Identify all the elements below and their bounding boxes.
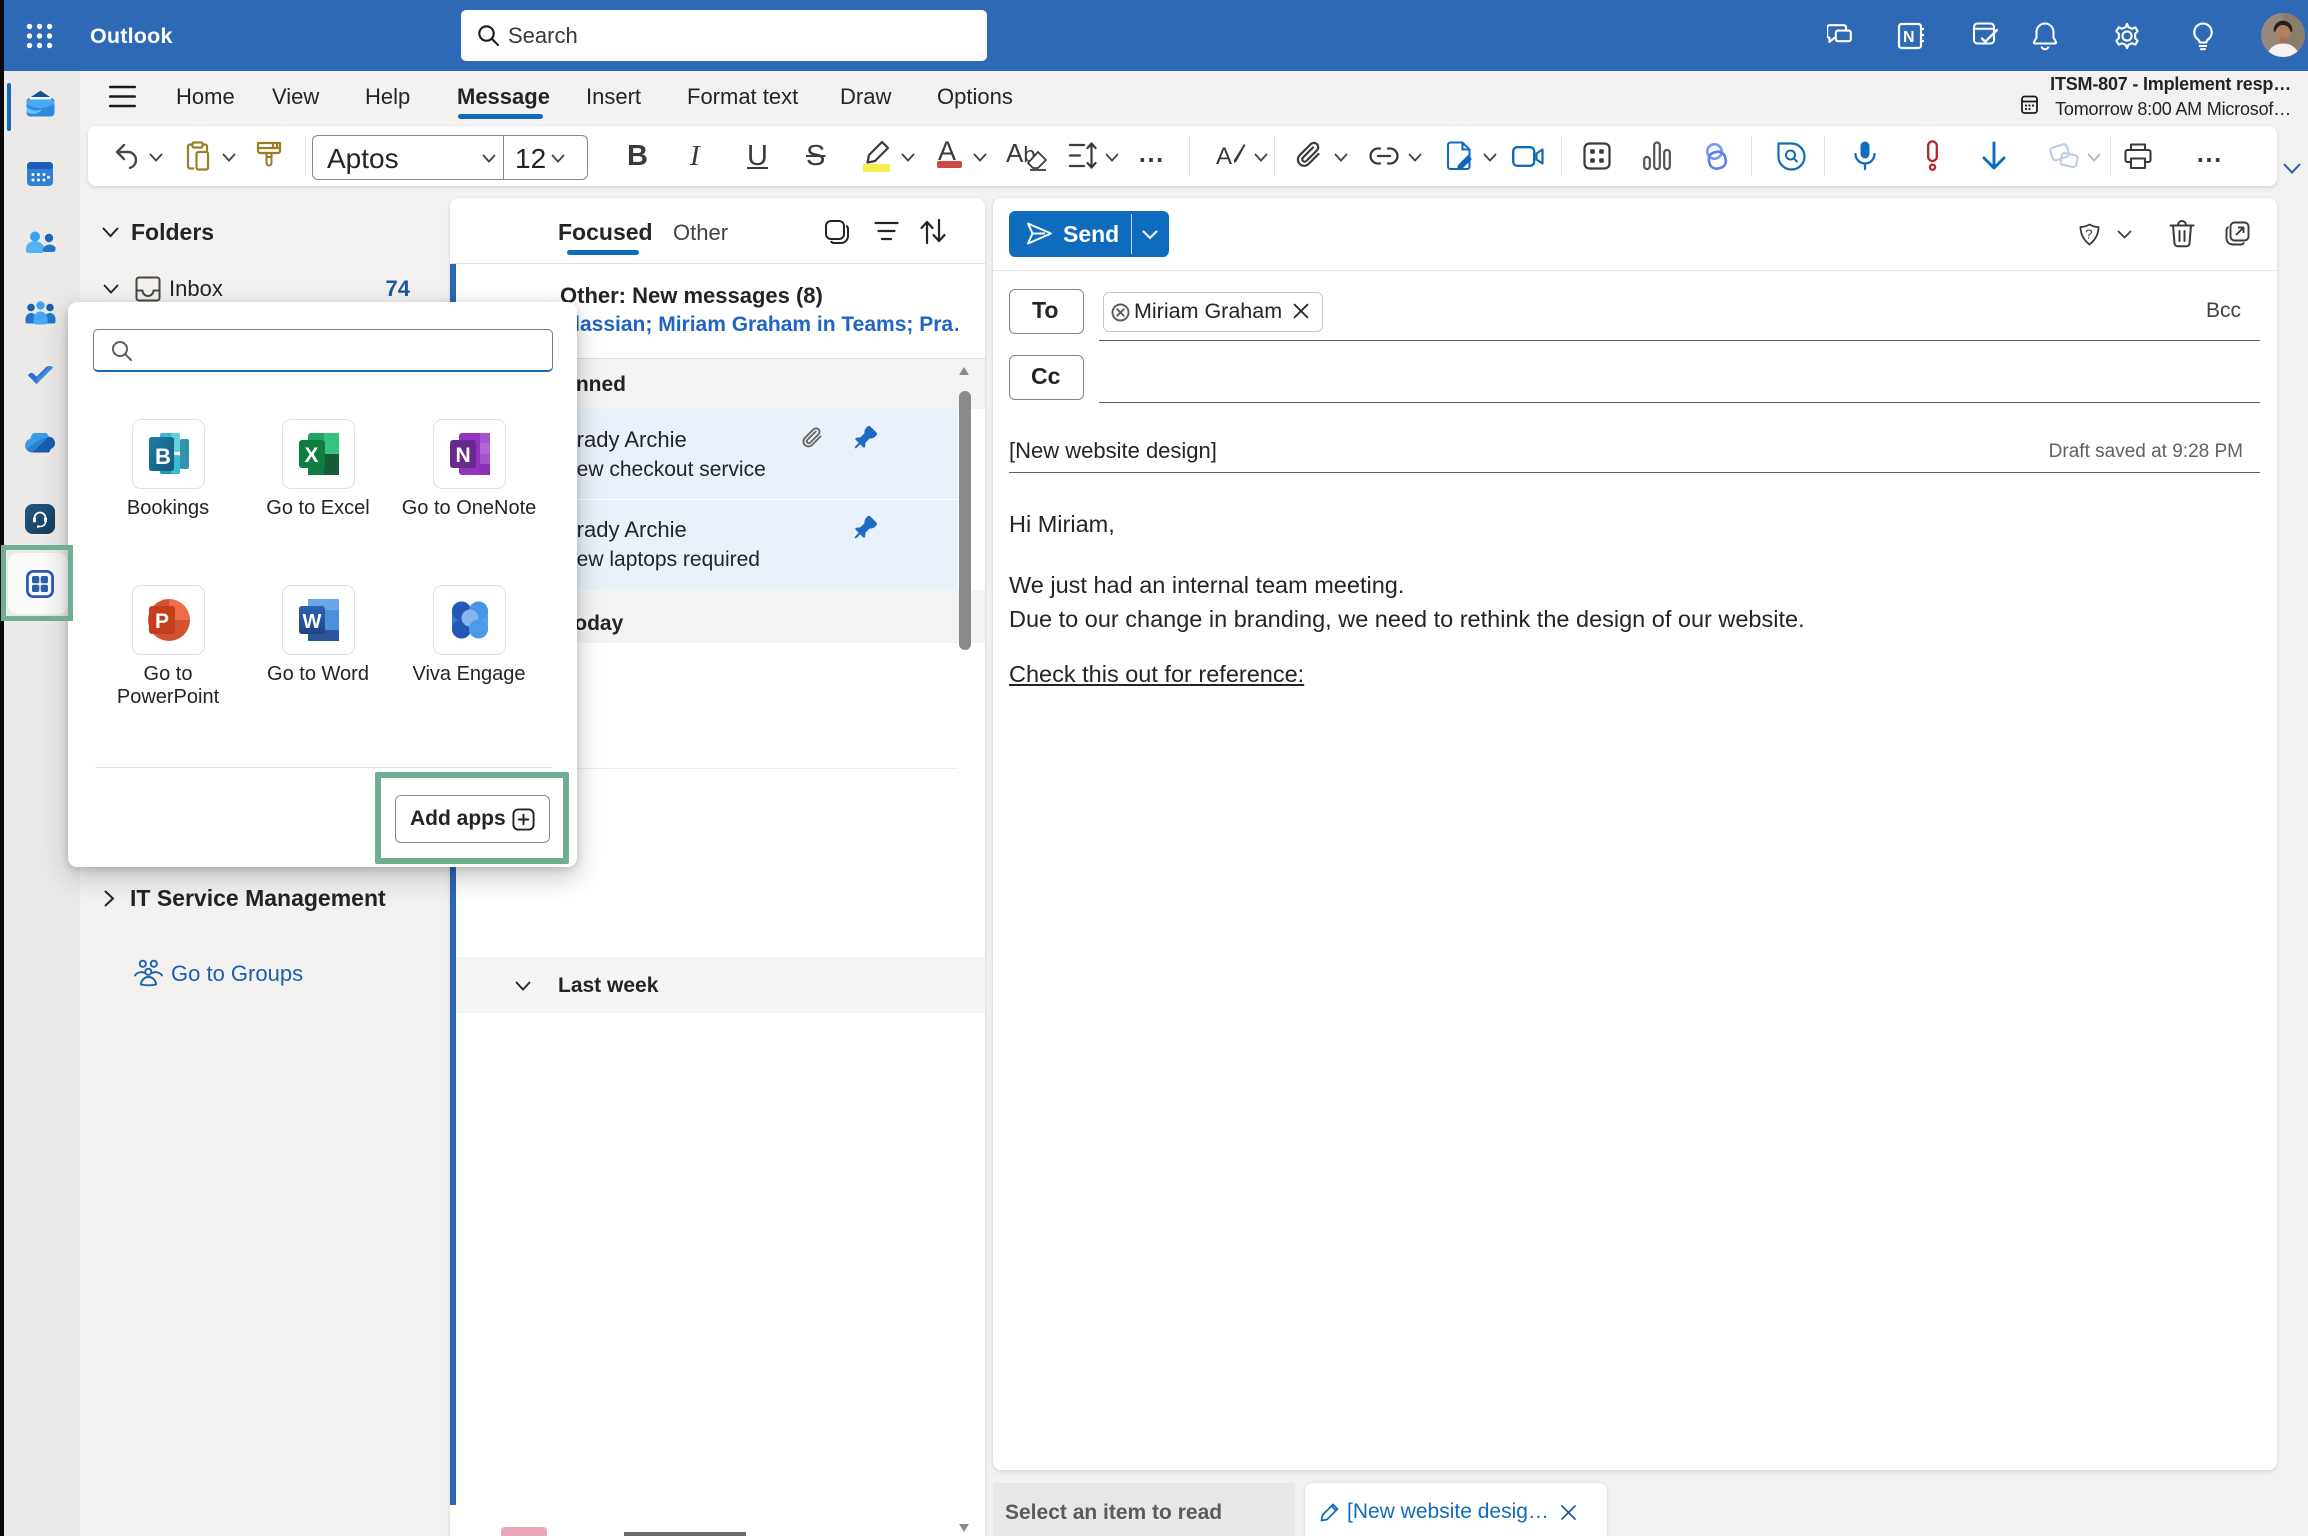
svg-text:X: X <box>305 444 319 467</box>
svg-text:N: N <box>1903 29 1915 46</box>
svg-text:P: P <box>155 610 169 633</box>
svg-text:A: A <box>1216 143 1232 170</box>
svg-text:N: N <box>456 444 471 467</box>
svg-text:B: B <box>155 444 171 469</box>
svg-text:?: ? <box>2085 227 2092 242</box>
svg-text:W: W <box>303 611 322 633</box>
